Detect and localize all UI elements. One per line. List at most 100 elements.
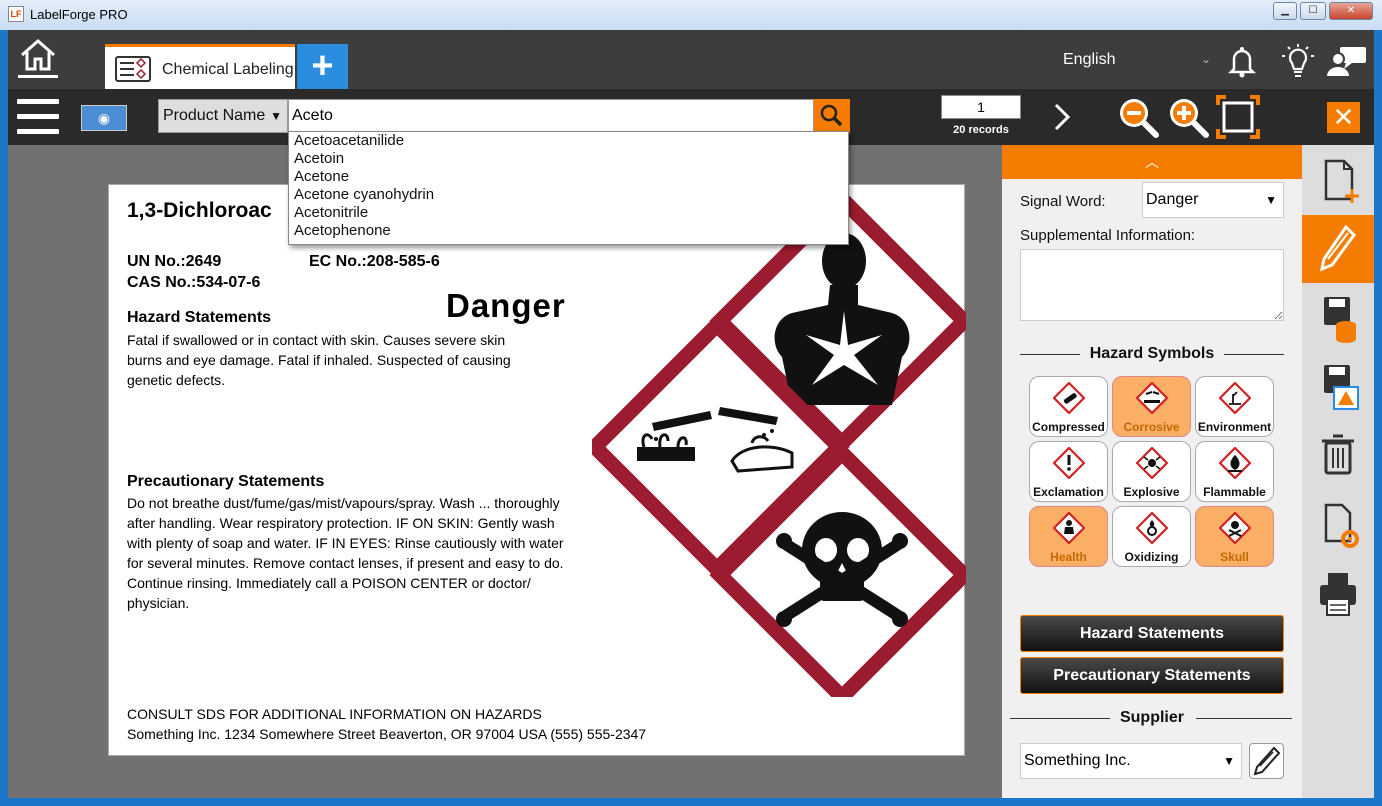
signal-word-label: Signal Word: bbox=[1020, 193, 1106, 210]
hazard-symbol-environment[interactable]: Environment bbox=[1195, 376, 1274, 437]
supplemental-info-input[interactable] bbox=[1020, 249, 1284, 321]
hazard-heading: Hazard Statements bbox=[127, 309, 272, 326]
title-bar: LF LabelForge PRO ▁ ☐ ✕ bbox=[0, 0, 1382, 30]
support-button[interactable] bbox=[1326, 43, 1368, 79]
supplier-value: Something Inc. bbox=[1024, 752, 1131, 769]
label-settings-button[interactable] bbox=[1302, 493, 1374, 561]
hazard-symbol-label: Health bbox=[1050, 550, 1087, 564]
app-window: LF LabelForge PRO ▁ ☐ ✕ Chemical Labelin… bbox=[0, 0, 1382, 806]
ghs-pictograms bbox=[592, 195, 966, 697]
minimize-button[interactable]: ▁ bbox=[1273, 2, 1297, 20]
page-number-input[interactable] bbox=[941, 95, 1021, 119]
search-button[interactable] bbox=[814, 99, 850, 133]
signal-word-select[interactable]: Danger ▼ bbox=[1142, 182, 1284, 218]
tips-button[interactable] bbox=[1280, 43, 1316, 79]
environment-icon bbox=[1219, 382, 1251, 414]
properties-panel: ︿ Signal Word: Danger ▼ Supplemental Info… bbox=[1002, 145, 1302, 798]
close-document-button[interactable]: ✕ bbox=[1327, 102, 1360, 133]
print-button[interactable] bbox=[1302, 563, 1374, 631]
health-hazard-icon bbox=[1053, 512, 1085, 544]
language-select[interactable]: English bbox=[1063, 51, 1115, 69]
lightbulb-icon bbox=[1282, 44, 1314, 77]
zoom-out-icon bbox=[1120, 99, 1159, 138]
window-title: LabelForge PRO bbox=[30, 7, 128, 22]
un-flag-icon[interactable]: ◉ bbox=[81, 105, 127, 131]
suggestion-item[interactable]: Acetone cyanohydrin bbox=[289, 186, 848, 204]
tab-chemical-labeling[interactable]: Chemical Labeling bbox=[105, 44, 295, 89]
add-tab-button[interactable]: + bbox=[297, 44, 348, 89]
hazard-symbol-compressed[interactable]: Compressed bbox=[1029, 376, 1108, 437]
label-list-icon bbox=[115, 56, 151, 82]
hazard-symbol-flammable[interactable]: Flammable bbox=[1195, 441, 1274, 502]
supplier-select[interactable]: Something Inc. ▼ bbox=[1020, 743, 1242, 779]
suggestion-item[interactable]: Acetoacetanilide bbox=[289, 132, 848, 150]
tab-label: Chemical Labeling bbox=[162, 61, 294, 78]
label-preview[interactable]: 1,3-Dichloroac UN No.:2649 EC No.:208-58… bbox=[108, 184, 966, 756]
save-warning-icon bbox=[1324, 365, 1359, 410]
close-window-button[interactable]: ✕ bbox=[1329, 2, 1373, 20]
fit-page-button[interactable] bbox=[1216, 95, 1260, 139]
precautionary-statements-button[interactable]: Precautionary Statements bbox=[1020, 657, 1284, 694]
client-area: Chemical Labeling + English ⌄ ◉ Product … bbox=[8, 30, 1374, 798]
gas-cylinder-icon bbox=[1053, 382, 1085, 414]
search-field-select[interactable]: Product Name ▼ bbox=[158, 99, 288, 133]
zoom-in-button[interactable] bbox=[1166, 95, 1210, 139]
document-gear-icon bbox=[1324, 503, 1359, 548]
suggestion-item[interactable]: Acetophenone bbox=[289, 222, 848, 240]
suggestion-item[interactable]: Acetonitrile bbox=[289, 204, 848, 222]
collapse-panel-button[interactable]: ︿ bbox=[1002, 145, 1302, 179]
top-bar: Chemical Labeling + English ⌄ bbox=[8, 30, 1374, 89]
user-chat-icon bbox=[1327, 47, 1366, 76]
explosive-icon bbox=[1136, 447, 1168, 479]
hazard-symbol-explosive[interactable]: Explosive bbox=[1112, 441, 1191, 502]
printer-icon bbox=[1320, 573, 1356, 616]
hazard-symbol-skull[interactable]: Skull bbox=[1195, 506, 1274, 567]
next-record-button[interactable] bbox=[1048, 99, 1078, 135]
hazard-symbol-health[interactable]: Health bbox=[1029, 506, 1108, 567]
hazard-statements-button[interactable]: Hazard Statements bbox=[1020, 615, 1284, 652]
supplier-address: Something Inc. 1234 Somewhere Street Bea… bbox=[127, 726, 647, 742]
menu-button[interactable] bbox=[17, 99, 59, 135]
corrosive-icon bbox=[1136, 382, 1168, 414]
app-logo-icon: LF bbox=[8, 6, 24, 22]
fit-frame-icon bbox=[1216, 95, 1260, 139]
record-count: 20 records bbox=[953, 124, 1009, 136]
divider bbox=[1224, 354, 1284, 355]
flame-icon bbox=[1219, 447, 1251, 479]
action-rail bbox=[1302, 145, 1374, 798]
suggestion-item[interactable]: Acetone bbox=[289, 168, 848, 186]
pencil-icon bbox=[1319, 224, 1356, 272]
new-label-button[interactable] bbox=[1302, 147, 1374, 215]
exclamation-icon bbox=[1053, 447, 1085, 479]
home-button[interactable] bbox=[18, 38, 58, 78]
product-name: 1,3-Dichloroac bbox=[127, 199, 272, 222]
suggestion-item[interactable]: Acetoin bbox=[289, 150, 848, 168]
hamburger-icon bbox=[17, 99, 59, 104]
search-field-value: Product Name bbox=[163, 107, 266, 124]
ec-number: EC No.:208-585-6 bbox=[309, 253, 440, 270]
hazard-symbol-label: Explosive bbox=[1123, 485, 1180, 499]
consult-sds-line: CONSULT SDS FOR ADDITIONAL INFORMATION O… bbox=[127, 706, 542, 722]
caret-down-icon: ▼ bbox=[1265, 193, 1277, 207]
save-warning-button[interactable] bbox=[1302, 355, 1374, 423]
trash-icon bbox=[1322, 434, 1354, 475]
chevron-down-icon: ⌄ bbox=[1201, 52, 1212, 66]
delete-button[interactable] bbox=[1302, 423, 1374, 491]
supplemental-label: Supplemental Information: bbox=[1020, 227, 1196, 244]
hazard-symbol-label: Exclamation bbox=[1033, 485, 1104, 499]
search-icon bbox=[820, 104, 843, 127]
maximize-button[interactable]: ☐ bbox=[1300, 2, 1326, 20]
chevron-up-icon: ︿ bbox=[1145, 154, 1159, 170]
hazard-symbol-exclamation[interactable]: Exclamation bbox=[1029, 441, 1108, 502]
hazard-symbol-oxidizing[interactable]: Oxidizing bbox=[1112, 506, 1191, 567]
notifications-button[interactable] bbox=[1224, 43, 1260, 79]
hazard-symbol-corrosive[interactable]: Corrosive bbox=[1112, 376, 1191, 437]
zoom-out-button[interactable] bbox=[1116, 95, 1160, 139]
divider bbox=[1196, 718, 1292, 719]
edit-label-button[interactable] bbox=[1302, 215, 1374, 283]
search-input[interactable] bbox=[288, 99, 814, 133]
edit-supplier-button[interactable] bbox=[1249, 743, 1284, 779]
save-to-database-button[interactable] bbox=[1302, 285, 1374, 353]
search-suggestions: Acetoacetanilide Acetoin Acetone Acetone… bbox=[288, 131, 849, 245]
bell-icon bbox=[1227, 47, 1257, 78]
